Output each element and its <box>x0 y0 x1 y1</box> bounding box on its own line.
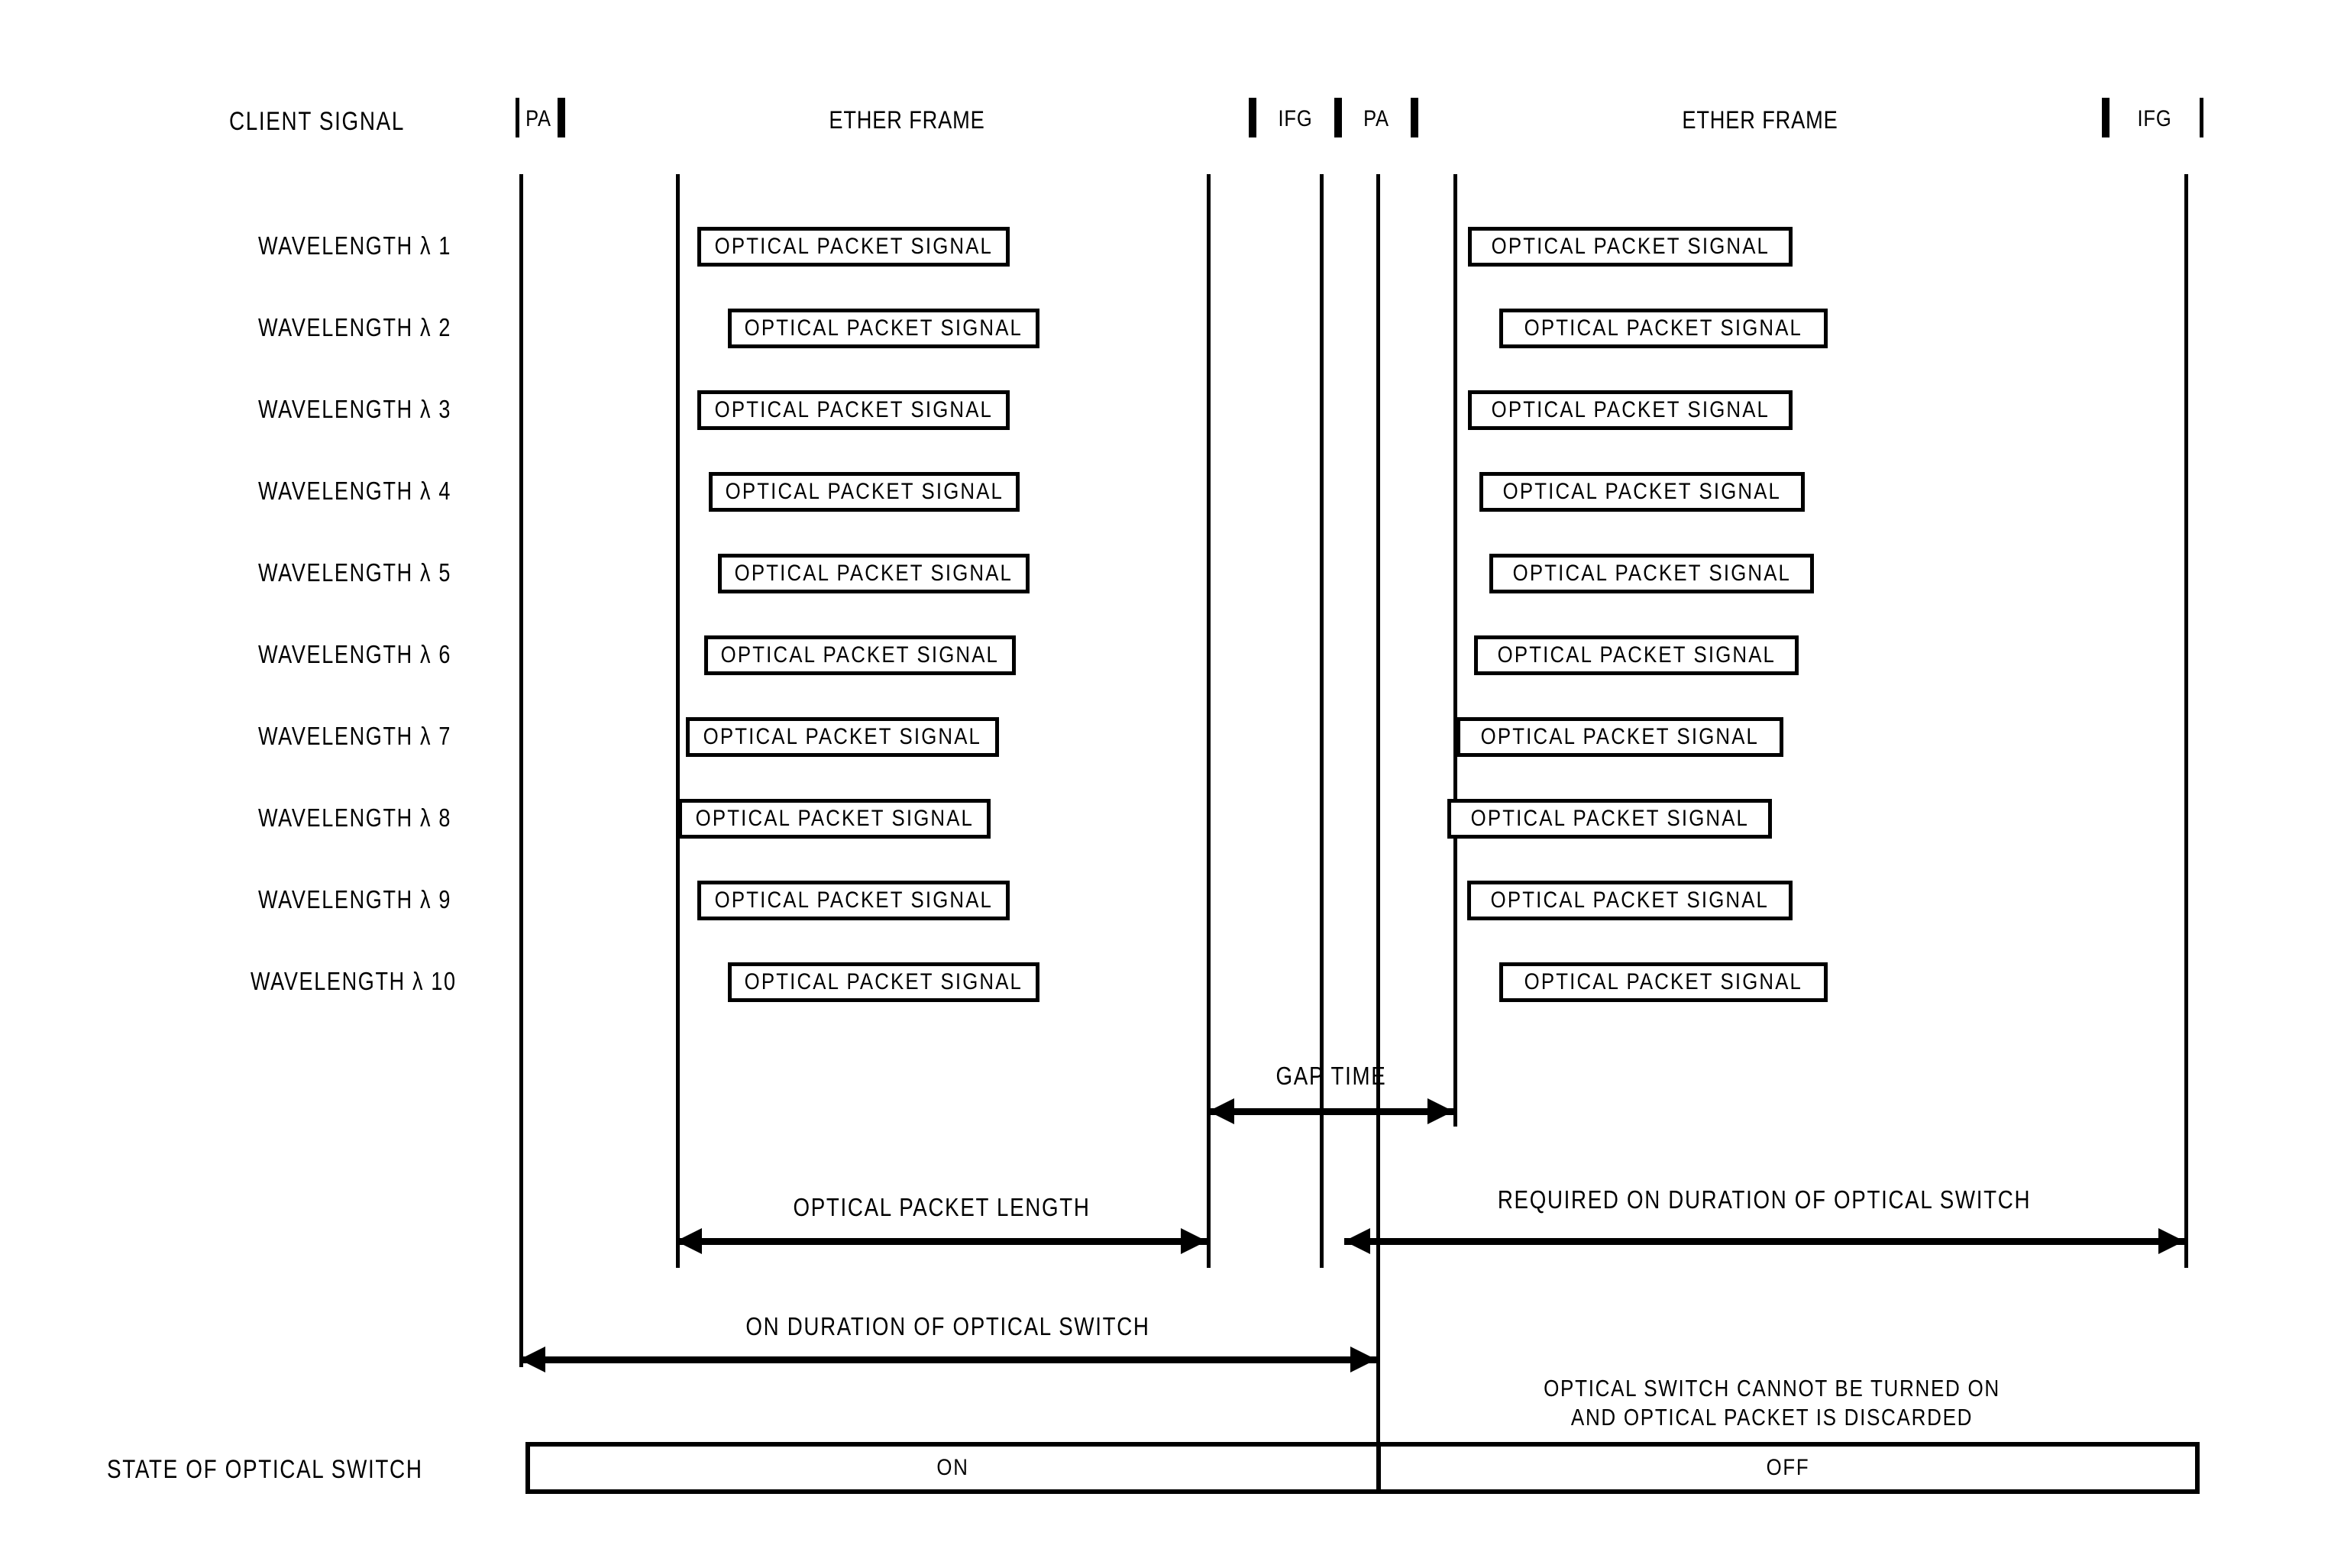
optical-packet-label: OPTICAL PACKET SIGNAL <box>734 561 1014 586</box>
arrow-shaft <box>1208 1108 1453 1115</box>
optical-packet-label: OPTICAL PACKET SIGNAL <box>720 642 1000 668</box>
arrow-head-right <box>1427 1098 1453 1124</box>
optical-packet-left-2: OPTICAL PACKET SIGNAL <box>728 309 1039 348</box>
optical-packet-left-5: OPTICAL PACKET SIGNAL <box>718 554 1030 593</box>
state-segment-label: OFF <box>1766 1455 1810 1480</box>
wavelength-row-label-7: WAVELENGTH λ 7 <box>258 722 452 750</box>
guide-line-next-packet-right-edge <box>2184 174 2188 1268</box>
client-signal-segment-label: ETHER FRAME <box>1682 106 1838 134</box>
guide-line-optical-packet-left-edge <box>676 174 680 1268</box>
state-segment-label: ON <box>936 1455 970 1480</box>
wavelength-row-label-5: WAVELENGTH λ 5 <box>258 558 452 587</box>
guide-line-next-packet-left-edge <box>1453 174 1457 1127</box>
optical-packet-left-4: OPTICAL PACKET SIGNAL <box>709 472 1020 512</box>
optical-packet-right-1: OPTICAL PACKET SIGNAL <box>1468 227 1793 267</box>
optical-packet-right-3: OPTICAL PACKET SIGNAL <box>1468 390 1793 430</box>
arrow-shaft <box>519 1356 1376 1363</box>
optical-packet-label: OPTICAL PACKET SIGNAL <box>744 315 1023 341</box>
measure-label-on-duration-of-optical-switch: ON DURATION OF OPTICAL SWITCH <box>745 1312 1150 1340</box>
arrow-head-right <box>2158 1228 2184 1254</box>
diagram-canvas: CLIENT SIGNAL PA ETHER FRAME IFG PA ETHER FR… <box>0 0 2331 1568</box>
arrow-head-right <box>1181 1228 1207 1254</box>
optical-packet-left-6: OPTICAL PACKET SIGNAL <box>704 635 1016 675</box>
optical-packet-label: OPTICAL PACKET SIGNAL <box>1524 315 1803 341</box>
discard-note-line2: AND OPTICAL PACKET IS DISCARDED <box>1570 1404 1974 1431</box>
optical-packet-right-5: OPTICAL PACKET SIGNAL <box>1489 554 1814 593</box>
wavelength-row-label-1: WAVELENGTH λ 1 <box>258 231 452 260</box>
arrow-shaft <box>1344 1238 2184 1245</box>
arrow-head-right <box>1350 1347 1376 1372</box>
client-signal-segment-label: IFG <box>2137 106 2172 131</box>
optical-packet-label: OPTICAL PACKET SIGNAL <box>1491 234 1770 259</box>
optical-packet-right-9: OPTICAL PACKET SIGNAL <box>1467 881 1793 920</box>
optical-packet-right-6: OPTICAL PACKET SIGNAL <box>1474 635 1799 675</box>
optical-packet-left-10: OPTICAL PACKET SIGNAL <box>728 962 1039 1002</box>
state-segment-off: OFF <box>1376 1447 2195 1489</box>
state-of-optical-switch-label: STATE OF OPTICAL SWITCH <box>107 1455 423 1484</box>
wavelength-row-label-4: WAVELENGTH λ 4 <box>258 477 452 505</box>
optical-packet-label: OPTICAL PACKET SIGNAL <box>1491 397 1770 422</box>
optical-packet-left-1: OPTICAL PACKET SIGNAL <box>697 227 1010 267</box>
optical-packet-label: OPTICAL PACKET SIGNAL <box>1502 479 1782 504</box>
discard-note-line1: OPTICAL SWITCH CANNOT BE TURNED ON <box>1544 1375 2000 1402</box>
optical-packet-label: OPTICAL PACKET SIGNAL <box>714 234 993 259</box>
wavelength-row-label-8: WAVELENGTH λ 8 <box>258 803 452 832</box>
optical-packet-right-8: OPTICAL PACKET SIGNAL <box>1447 799 1772 839</box>
optical-packet-label: OPTICAL PACKET SIGNAL <box>1470 806 1749 831</box>
guide-line-gap-mid-guide-b <box>1376 174 1380 1451</box>
optical-packet-label: OPTICAL PACKET SIGNAL <box>695 806 974 831</box>
optical-packet-label: OPTICAL PACKET SIGNAL <box>703 724 982 749</box>
arrow-head-left <box>519 1347 545 1372</box>
optical-packet-label: OPTICAL PACKET SIGNAL <box>714 397 993 422</box>
state-segment-on: ON <box>530 1447 1376 1489</box>
state-of-optical-switch-bar: ON OFF <box>525 1442 2200 1494</box>
client-signal-segment-label: IFG <box>1278 106 1313 131</box>
optical-packet-right-7: OPTICAL PACKET SIGNAL <box>1456 717 1783 757</box>
optical-packet-left-7: OPTICAL PACKET SIGNAL <box>686 717 999 757</box>
optical-packet-label: OPTICAL PACKET SIGNAL <box>744 969 1023 994</box>
optical-packet-label: OPTICAL PACKET SIGNAL <box>1490 887 1770 913</box>
optical-packet-label: OPTICAL PACKET SIGNAL <box>1480 724 1760 749</box>
measure-label-gap-time: GAP TIME <box>1275 1062 1386 1090</box>
wavelength-row-label-10: WAVELENGTH λ 10 <box>251 967 457 995</box>
arrow-shaft <box>676 1238 1207 1245</box>
wavelength-row-label-6: WAVELENGTH λ 6 <box>258 640 452 668</box>
optical-packet-label: OPTICAL PACKET SIGNAL <box>1512 561 1791 586</box>
client-signal-segment-label: PA <box>525 106 551 131</box>
optical-packet-right-2: OPTICAL PACKET SIGNAL <box>1499 309 1828 348</box>
guide-line-gap-mid-guide-a <box>1320 174 1324 1268</box>
measure-label-required-on-duration: REQUIRED ON DURATION OF OPTICAL SWITCH <box>1497 1185 2032 1214</box>
optical-packet-left-9: OPTICAL PACKET SIGNAL <box>697 881 1010 920</box>
optical-packet-label: OPTICAL PACKET SIGNAL <box>714 887 993 913</box>
client-signal-segment-label: PA <box>1363 106 1389 131</box>
optical-packet-left-3: OPTICAL PACKET SIGNAL <box>697 390 1010 430</box>
client-signal-label: CLIENT SIGNAL <box>229 107 405 136</box>
optical-packet-label: OPTICAL PACKET SIGNAL <box>1524 969 1803 994</box>
optical-packet-left-8: OPTICAL PACKET SIGNAL <box>678 799 991 839</box>
arrow-head-left <box>676 1228 702 1254</box>
optical-packet-label: OPTICAL PACKET SIGNAL <box>725 479 1004 504</box>
arrow-head-left <box>1344 1228 1370 1254</box>
wavelength-row-label-2: WAVELENGTH λ 2 <box>258 313 452 341</box>
measure-label-optical-packet-length: OPTICAL PACKET LENGTH <box>792 1193 1091 1221</box>
client-signal-segment-label: ETHER FRAME <box>829 106 985 134</box>
wavelength-row-label-9: WAVELENGTH λ 9 <box>258 885 452 913</box>
optical-packet-right-10: OPTICAL PACKET SIGNAL <box>1499 962 1828 1002</box>
arrow-head-left <box>1208 1098 1234 1124</box>
optical-packet-right-4: OPTICAL PACKET SIGNAL <box>1479 472 1805 512</box>
optical-packet-label: OPTICAL PACKET SIGNAL <box>1497 642 1776 668</box>
wavelength-row-label-3: WAVELENGTH λ 3 <box>258 395 452 423</box>
guide-line-packet-start-boundary <box>519 174 523 1367</box>
